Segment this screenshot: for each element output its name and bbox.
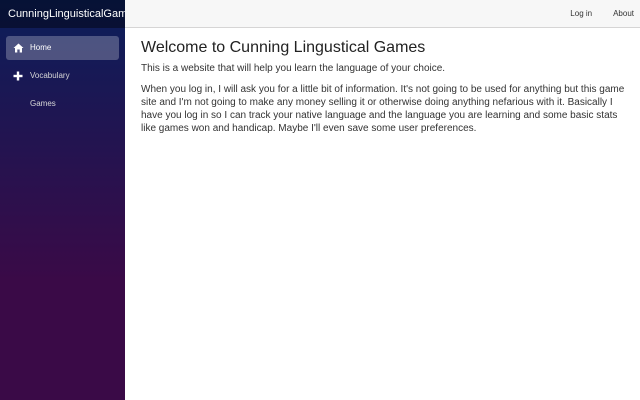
empty-icon-slot: [12, 98, 24, 110]
brand-bar: CunningLinguisticalGames: [0, 0, 139, 28]
app-root: CunningLinguisticalGames Home Vocabulary…: [0, 0, 640, 400]
body-text: When you log in, I will ask you for a li…: [141, 84, 625, 134]
sidebar-item-label: Vocabulary: [30, 71, 70, 80]
about-link[interactable]: About: [613, 9, 634, 18]
sidebar-item-label: Home: [30, 43, 52, 52]
content-area: Welcome to Cunning Lingustical Games Thi…: [125, 28, 640, 135]
sidebar-nav: Home Vocabulary Games: [0, 28, 125, 116]
page-title: Welcome to Cunning Lingustical Games: [141, 39, 426, 56]
main-panel: Log in About Welcome to Cunning Lingusti…: [125, 0, 640, 400]
login-link[interactable]: Log in: [570, 9, 592, 18]
sidebar-item-vocabulary[interactable]: Vocabulary: [6, 64, 119, 88]
sidebar: CunningLinguisticalGames Home Vocabulary…: [0, 0, 139, 400]
sidebar-item-games[interactable]: Games: [6, 92, 119, 116]
sidebar-item-home[interactable]: Home: [6, 36, 119, 60]
intro-text: This is a website that will help you lea…: [141, 63, 446, 74]
home-icon: [12, 42, 24, 54]
brand-link[interactable]: CunningLinguisticalGames: [8, 8, 139, 20]
plus-icon: [12, 70, 24, 82]
sidebar-item-label: Games: [30, 99, 56, 108]
top-bar: Log in About: [125, 0, 640, 28]
